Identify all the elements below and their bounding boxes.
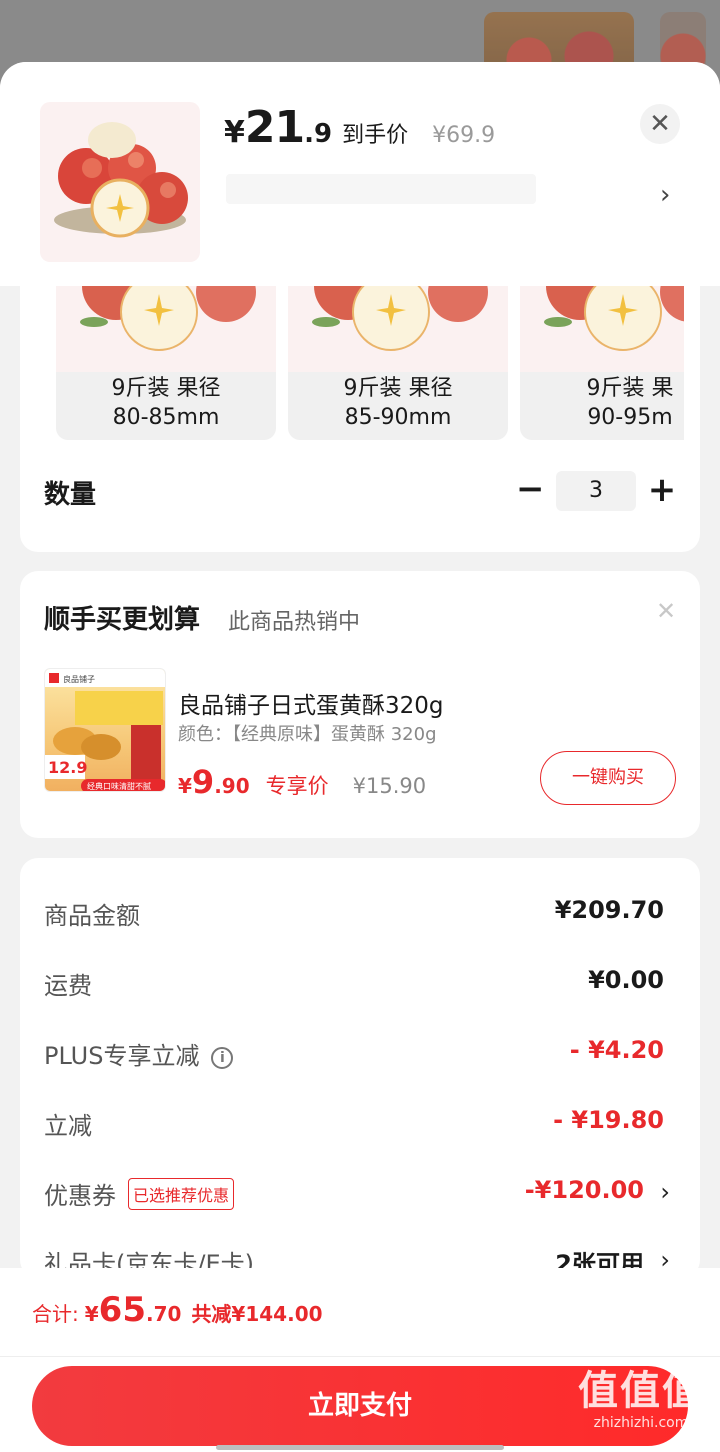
quantity-label: 数量	[44, 480, 97, 510]
spec-option-line1: 9斤装 果径	[111, 376, 221, 401]
price-currency: ¥	[224, 115, 245, 150]
upsell-card: 顺手买更划算 此商品热销中 ✕ 良品铺子 12.9 经典口味清甜不腻 良品铺子日…	[20, 571, 700, 838]
summary-value: ¥0.00	[588, 966, 664, 994]
summary-label: 立减	[44, 1112, 92, 1140]
summary-label: PLUS专享立减 i	[44, 1036, 234, 1071]
order-sheet: ¥ 21 .9 到手价 ¥69.9 ✕ › 9斤装 果径 80-85mm 9斤装…	[0, 62, 720, 1452]
one-click-buy-button[interactable]: 一键购买	[540, 751, 676, 805]
divider	[0, 1356, 720, 1357]
watermark-url: zhizhizhi.com	[593, 1415, 689, 1431]
upsell-price-integer: 9	[191, 763, 215, 801]
watermark-logo: 值值值	[578, 1368, 704, 1414]
upsell-price-currency: ¥	[178, 774, 192, 798]
price-integer: 21	[244, 102, 305, 153]
summary-row-plus-discount: PLUS专享立减 i - ¥4.20	[44, 1032, 676, 1072]
spec-option-label: 9斤装 果 90-95m	[520, 374, 684, 432]
coupon-badge: 已选推荐优惠	[128, 1178, 235, 1210]
total-saved: 共减¥144.00	[191, 1302, 323, 1326]
total-amount: 合计: ¥ 65 .70 共减¥144.00	[32, 1290, 323, 1330]
total-label: 合计:	[32, 1302, 79, 1326]
plus-discount-label: PLUS专享立减	[44, 1042, 200, 1070]
minus-icon[interactable]: −	[516, 472, 545, 508]
summary-label: 优惠券 已选推荐优惠	[44, 1176, 235, 1211]
spec-option-image	[56, 286, 276, 372]
total-currency: ¥	[84, 1302, 99, 1326]
summary-label: 运费	[44, 972, 92, 1000]
summary-value: - ¥19.80	[553, 1106, 664, 1134]
total-integer: 65	[98, 1290, 146, 1330]
thumb-brand: 良品铺子	[63, 674, 95, 684]
summary-row-coupon[interactable]: 优惠券 已选推荐优惠 -¥120.00 ›	[44, 1172, 676, 1212]
upsell-price: ¥ 9 .90 专享价 ¥15.90	[178, 763, 426, 801]
spec-options: 9斤装 果径 80-85mm 9斤装 果径 85-90mm 9斤装 果 90-9…	[56, 286, 684, 440]
summary-value: -¥120.00	[524, 1176, 644, 1204]
total-decimal: .70	[146, 1302, 182, 1326]
upsell-original-price: ¥15.90	[352, 774, 427, 798]
sheet-header: ¥ 21 .9 到手价 ¥69.9 ✕ ›	[0, 62, 720, 286]
spec-option-image	[288, 286, 508, 372]
summary-row-shipping: 运费 ¥0.00	[44, 962, 676, 1002]
summary-label: 商品金额	[44, 902, 140, 930]
upsell-price-decimal: .90	[214, 774, 250, 798]
upsell-product-spec: 颜色：【经典原味】蛋黄酥 320g	[178, 724, 437, 745]
price-summary-card: 商品金额 ¥209.70 运费 ¥0.00 PLUS专享立减 i - ¥4.20 …	[20, 858, 700, 1278]
thumb-banner: 经典口味清甜不腻	[87, 781, 151, 791]
info-icon[interactable]: i	[211, 1047, 234, 1069]
plus-icon[interactable]: +	[646, 470, 678, 510]
price-decimal: .9	[304, 119, 333, 149]
upsell-product-thumbnail: 良品铺子 12.9 经典口味清甜不腻	[44, 668, 166, 792]
spec-card: 9斤装 果径 80-85mm 9斤装 果径 85-90mm 9斤装 果 90-9…	[20, 286, 700, 552]
header-price: ¥ 21 .9 到手价 ¥69.9	[224, 102, 495, 158]
spec-option-line2: 85-90mm	[344, 405, 452, 430]
chevron-right-icon[interactable]: ›	[660, 180, 670, 210]
upsell-subtitle: 此商品热销中	[228, 610, 361, 635]
coupon-label: 优惠券	[44, 1182, 116, 1210]
quantity-input[interactable]: 3	[556, 471, 636, 511]
close-icon[interactable]: ✕	[656, 597, 676, 625]
upsell-title: 顺手买更划算	[44, 605, 201, 635]
spec-option-line1: 9斤装 果	[586, 376, 674, 401]
spec-option-line2: 80-85mm	[112, 405, 220, 430]
summary-value: - ¥4.20	[569, 1036, 664, 1064]
upsell-product-name: 良品铺子日式蛋黄酥320g	[178, 693, 444, 719]
spec-option-image	[520, 286, 684, 372]
thumb-price: 12.9	[48, 758, 87, 777]
close-icon: ✕	[649, 109, 671, 139]
spec-option-line2: 90-95m	[587, 405, 673, 430]
header-subtitle-placeholder	[226, 174, 536, 204]
spec-option-line1: 9斤装 果径	[343, 376, 453, 401]
home-indicator	[216, 1445, 504, 1450]
summary-row-subtotal: 商品金额 ¥209.70	[44, 892, 676, 932]
spec-option-label: 9斤装 果径 85-90mm	[288, 374, 508, 432]
final-price-tag: 到手价	[342, 123, 409, 148]
spec-option[interactable]: 9斤装 果径 85-90mm	[288, 286, 508, 440]
summary-value: ¥209.70	[554, 896, 664, 924]
product-thumbnail	[40, 102, 200, 262]
close-button[interactable]: ✕	[640, 104, 680, 144]
upsell-price-tag: 专享价	[265, 774, 329, 798]
original-price: ¥69.9	[432, 123, 496, 148]
chevron-right-icon: ›	[660, 1178, 670, 1206]
spec-option[interactable]: 9斤装 果径 80-85mm	[56, 286, 276, 440]
watermark: 值值值 zhizhizhi.com	[566, 1368, 716, 1432]
spec-option[interactable]: 9斤装 果 90-95m	[520, 286, 684, 440]
summary-row-instant-discount: 立减 - ¥19.80	[44, 1102, 676, 1142]
spec-option-label: 9斤装 果径 80-85mm	[56, 374, 276, 432]
